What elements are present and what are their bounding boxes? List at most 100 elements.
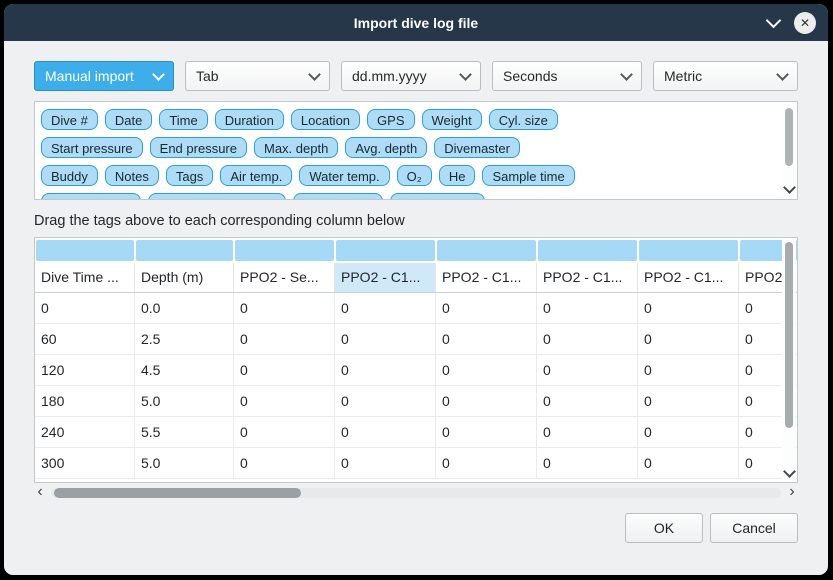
import-dialog-window: Import dive log file ✕ Manual import Tab… bbox=[4, 4, 828, 575]
table-cell: 0 bbox=[335, 417, 436, 447]
column-tag[interactable]: Start pressure bbox=[41, 137, 143, 158]
table-row: 602.5000000 bbox=[35, 324, 797, 355]
column-header[interactable]: PPO2 - C1... bbox=[638, 263, 739, 292]
column-tag[interactable]: Location bbox=[291, 109, 360, 130]
column-tag[interactable]: Sample CNS bbox=[390, 193, 485, 200]
table-row: 2405.5000000 bbox=[35, 417, 797, 448]
column-tag[interactable]: Weight bbox=[422, 109, 482, 130]
scrollbar-handle[interactable] bbox=[54, 488, 301, 498]
column-tag[interactable]: Duration bbox=[215, 109, 284, 130]
table-horizontal-scrollbar[interactable]: ‹ › bbox=[34, 487, 798, 499]
column-tag[interactable]: Water temp. bbox=[299, 165, 389, 186]
scroll-down-icon[interactable] bbox=[783, 465, 796, 478]
tag-row: Buddy Notes Tags Air temp. Water temp. O₂ He Sa… bbox=[41, 165, 775, 186]
scrollbar-track[interactable] bbox=[51, 488, 781, 498]
table-cell: 0 bbox=[436, 355, 537, 385]
column-tag[interactable]: Notes bbox=[105, 165, 159, 186]
drop-target-cell[interactable] bbox=[136, 240, 233, 261]
column-tag[interactable]: Cyl. size bbox=[489, 109, 558, 130]
column-tag[interactable]: GPS bbox=[367, 109, 414, 130]
column-tag[interactable]: Divemaster bbox=[434, 137, 520, 158]
column-tag[interactable]: Sample pO₂ bbox=[293, 193, 383, 200]
preview-table: Dive Time ...Depth (m)PPO2 - Se...PPO2 -… bbox=[34, 237, 798, 483]
ok-button[interactable]: OK bbox=[625, 513, 703, 543]
column-tag[interactable]: Sample time bbox=[482, 165, 574, 186]
drop-target-cell[interactable] bbox=[235, 240, 334, 261]
chevron-down-icon[interactable] bbox=[766, 12, 782, 28]
table-cell: 0 bbox=[638, 355, 739, 385]
duration-format-combo[interactable]: Seconds bbox=[492, 61, 642, 91]
drop-target-row[interactable] bbox=[35, 238, 797, 263]
chevron-down-icon bbox=[308, 68, 321, 81]
table-cell: 0 bbox=[638, 448, 739, 478]
column-tag[interactable]: O₂ bbox=[397, 165, 432, 186]
column-header[interactable]: PPO2 - C1... bbox=[436, 263, 537, 292]
table-cell: 0 bbox=[335, 324, 436, 354]
table-cell: 4.5 bbox=[135, 355, 234, 385]
table-cell: 0 bbox=[234, 417, 335, 447]
combo-value: Metric bbox=[664, 68, 702, 84]
drop-target-cell[interactable] bbox=[538, 240, 637, 261]
scroll-left-icon[interactable]: ‹ bbox=[34, 485, 46, 499]
table-cell: 60 bbox=[35, 324, 135, 354]
options-row: Manual import Tab dd.mm.yyyy Seconds Met… bbox=[34, 61, 798, 91]
chevron-down-icon bbox=[152, 68, 165, 81]
titlebar[interactable]: Import dive log file ✕ bbox=[4, 4, 828, 41]
column-tag[interactable]: Buddy bbox=[41, 165, 98, 186]
column-tag[interactable]: Max. depth bbox=[254, 137, 338, 158]
scroll-right-icon[interactable]: › bbox=[786, 485, 798, 499]
table-row: 00.0000000 bbox=[35, 293, 797, 324]
table-row: 1805.0000000 bbox=[35, 386, 797, 417]
column-tag[interactable]: Air temp. bbox=[220, 165, 292, 186]
chevron-down-icon bbox=[776, 68, 789, 81]
table-body: 00.0000000602.50000001204.50000001805.00… bbox=[35, 293, 797, 479]
import-mode-combo[interactable]: Manual import bbox=[34, 61, 174, 91]
table-cell: 0 bbox=[436, 324, 537, 354]
table-cell: 0 bbox=[35, 293, 135, 323]
table-cell: 300 bbox=[35, 448, 135, 478]
column-tag[interactable]: End pressure bbox=[150, 137, 247, 158]
column-header[interactable]: Depth (m) bbox=[135, 263, 234, 292]
column-tag[interactable]: Avg. depth bbox=[345, 137, 427, 158]
table-vertical-scrollbar[interactable] bbox=[782, 240, 796, 480]
column-tag[interactable]: Time bbox=[159, 109, 207, 130]
units-combo[interactable]: Metric bbox=[653, 61, 798, 91]
column-tag[interactable]: Dive # bbox=[41, 109, 98, 130]
table-cell: 0 bbox=[537, 386, 638, 416]
table-cell: 0 bbox=[436, 386, 537, 416]
table-cell: 0 bbox=[537, 324, 638, 354]
table-cell: 0 bbox=[234, 355, 335, 385]
tag-rows: Dive # Date Time Duration Location GPS Weight C… bbox=[41, 109, 775, 200]
scrollbar-handle[interactable] bbox=[785, 108, 793, 166]
drop-target-cell[interactable] bbox=[336, 240, 435, 261]
scrollbar-handle[interactable] bbox=[785, 242, 793, 428]
column-tag[interactable]: Sample temperature bbox=[148, 193, 286, 200]
date-format-combo[interactable]: dd.mm.yyyy bbox=[341, 61, 481, 91]
table-cell: 0 bbox=[638, 324, 739, 354]
combo-value: Tab bbox=[196, 68, 219, 84]
cancel-button[interactable]: Cancel bbox=[710, 513, 798, 543]
combo-value: dd.mm.yyyy bbox=[352, 68, 427, 84]
column-tag[interactable]: He bbox=[439, 165, 476, 186]
column-tag[interactable]: Sample depth bbox=[41, 193, 141, 200]
column-header[interactable]: PPO2 - Se... bbox=[234, 263, 335, 292]
window-title: Import dive log file bbox=[354, 15, 478, 31]
table-cell: 180 bbox=[35, 386, 135, 416]
table-cell: 0 bbox=[335, 355, 436, 385]
tag-pool: Dive # Date Time Duration Location GPS Weight C… bbox=[34, 101, 798, 200]
close-button[interactable]: ✕ bbox=[794, 12, 816, 34]
column-tag[interactable]: Tags bbox=[166, 165, 213, 186]
table-cell: 240 bbox=[35, 417, 135, 447]
table-row: 1204.5000000 bbox=[35, 355, 797, 386]
column-tag[interactable]: Date bbox=[105, 109, 152, 130]
chevron-down-icon bbox=[459, 68, 472, 81]
drop-target-cell[interactable] bbox=[36, 240, 134, 261]
field-separator-combo[interactable]: Tab bbox=[185, 61, 330, 91]
column-header[interactable]: Dive Time ... bbox=[35, 263, 135, 292]
scroll-down-icon[interactable] bbox=[783, 181, 796, 194]
drop-target-cell[interactable] bbox=[639, 240, 738, 261]
column-header[interactable]: PPO2 - C1... bbox=[335, 263, 436, 292]
drop-target-cell[interactable] bbox=[437, 240, 536, 261]
tags-vertical-scrollbar[interactable] bbox=[782, 105, 795, 196]
column-header[interactable]: PPO2 - C1... bbox=[537, 263, 638, 292]
